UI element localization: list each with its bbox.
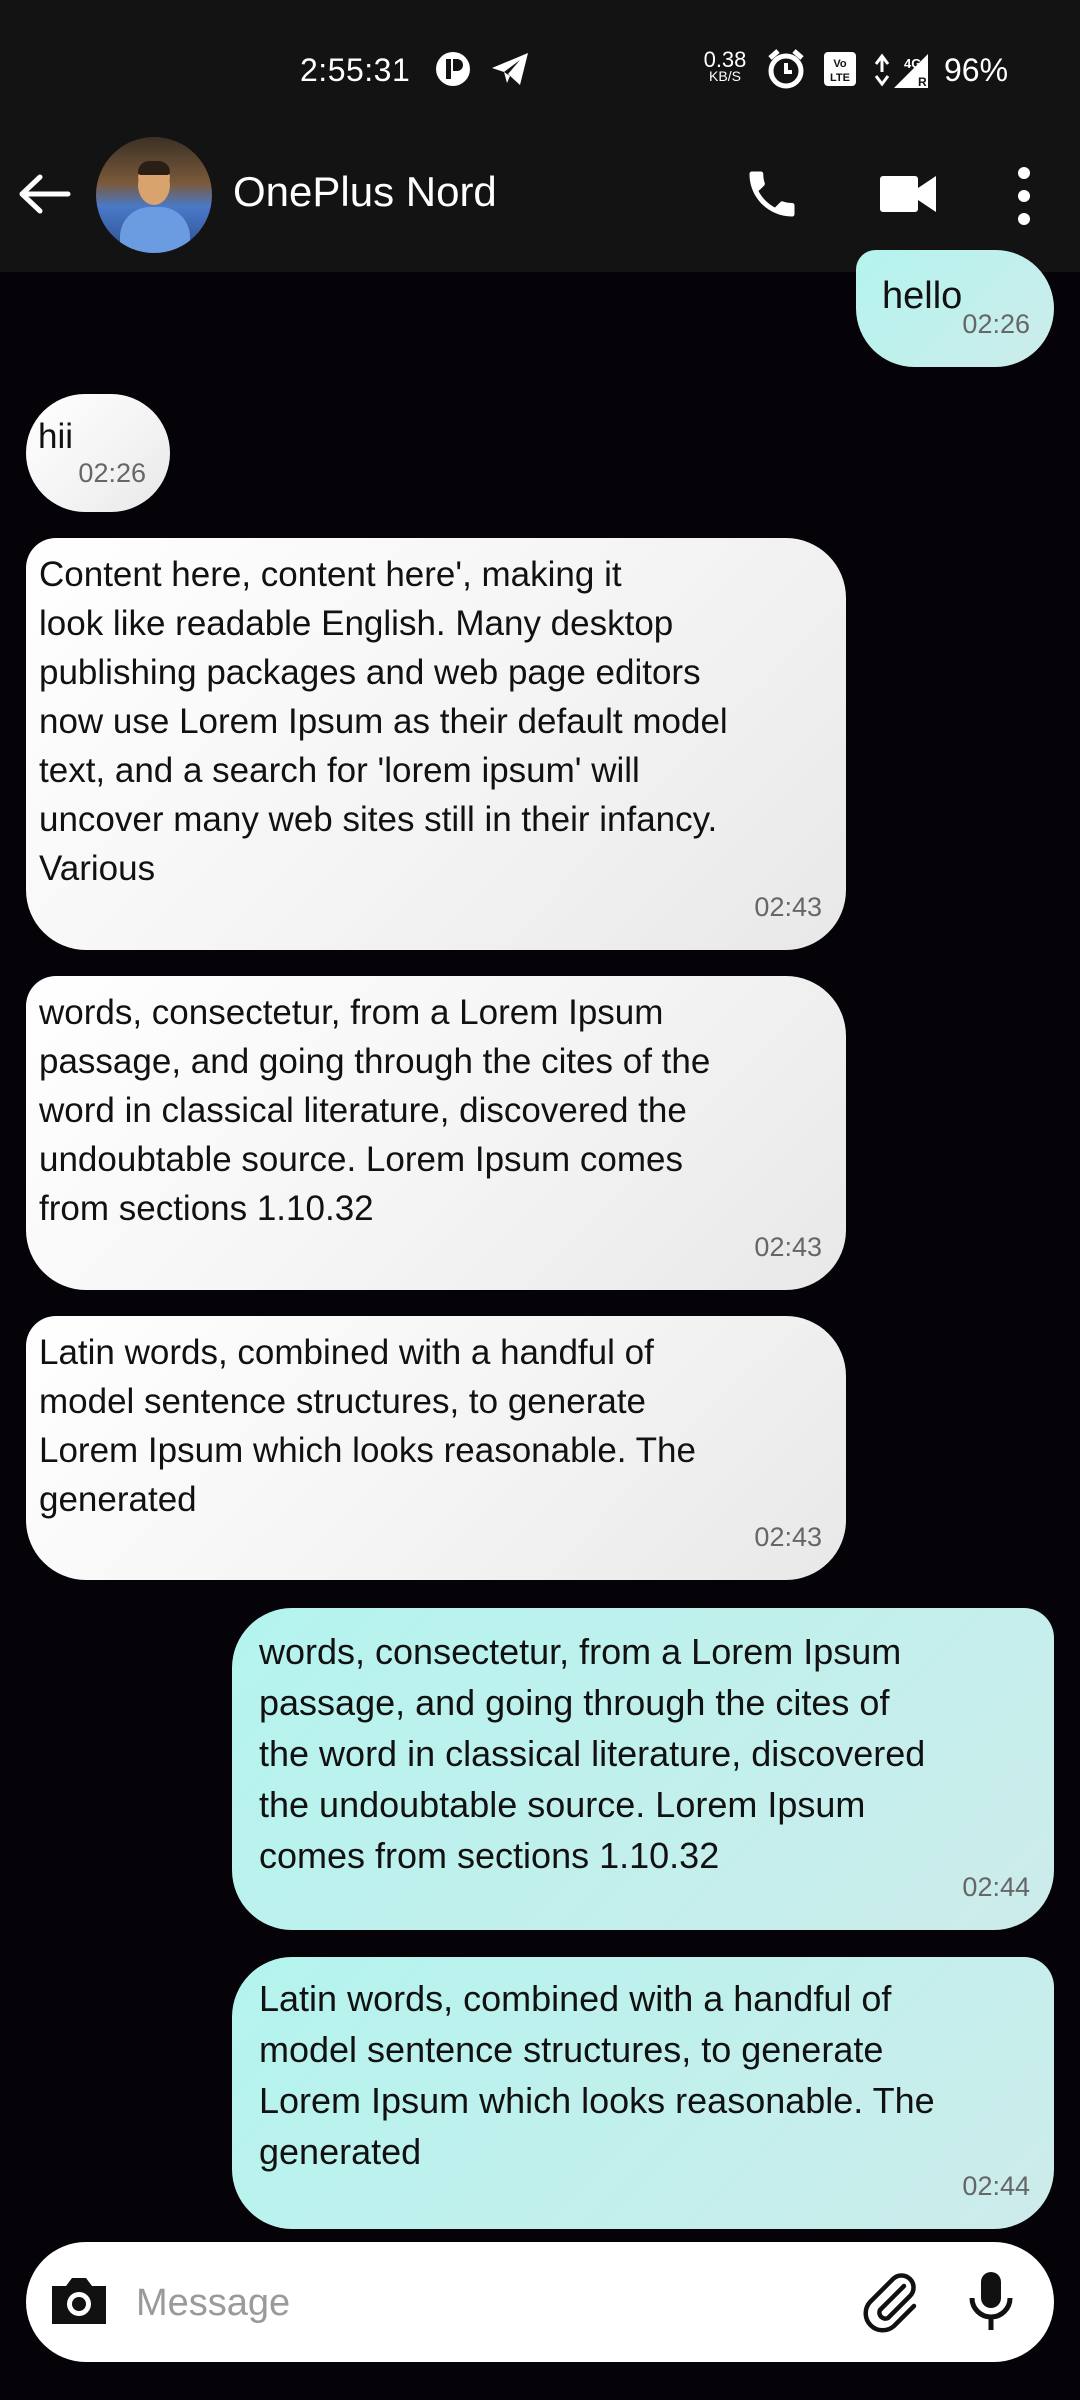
message-bubble[interactable]: Content here, content here', making it l… xyxy=(26,538,846,950)
svg-text:4G: 4G xyxy=(904,56,921,71)
message-bubble[interactable]: hii 02:26 xyxy=(26,394,170,512)
volte-icon: Vo LTE xyxy=(822,50,858,93)
message-bubble[interactable]: words, consectetur, from a Lorem Ipsum p… xyxy=(26,976,846,1290)
svg-text:R: R xyxy=(918,75,927,89)
app-notification-icon xyxy=(434,50,472,93)
message-text: Latin words, combined with a handful of … xyxy=(259,1978,935,2172)
message-bubble[interactable]: Latin words, combined with a handful of … xyxy=(26,1316,846,1580)
contact-name[interactable]: OnePlus Nord xyxy=(233,168,497,216)
svg-text:Vo: Vo xyxy=(833,58,847,70)
message-bubble[interactable]: words, consectetur, from a Lorem Ipsum p… xyxy=(232,1608,1054,1930)
telegram-icon xyxy=(490,50,530,93)
signal-4g-icon: 4G R xyxy=(872,50,930,95)
status-time: 2:55:31 xyxy=(300,52,411,88)
battery-level: 96% xyxy=(944,52,1009,88)
message-bubble[interactable]: hello 02:26 xyxy=(856,250,1054,367)
message-text: hello xyxy=(882,275,963,317)
alarm-icon xyxy=(766,48,806,95)
message-time: 02:26 xyxy=(78,458,146,488)
message-text: words, consectetur, from a Lorem Ipsum p… xyxy=(259,1631,926,1876)
camera-icon[interactable] xyxy=(48,2272,110,2333)
svg-text:LTE: LTE xyxy=(830,72,850,84)
message-bubble[interactable]: Latin words, combined with a handful of … xyxy=(232,1957,1054,2229)
message-composer xyxy=(26,2242,1054,2362)
message-time: 02:43 xyxy=(754,1232,822,1262)
contact-avatar[interactable] xyxy=(96,137,212,253)
message-time: 02:44 xyxy=(962,2171,1030,2201)
status-bar: 2:55:31 0.38 KB/S Vo LTE 4G R 96% xyxy=(0,0,1080,120)
message-text: Latin words, combined with a handful of … xyxy=(39,1333,696,1519)
message-time: 02:43 xyxy=(754,1522,822,1552)
microphone-icon[interactable] xyxy=(964,2268,1018,2341)
voice-call-icon[interactable] xyxy=(742,164,802,229)
message-time: 02:44 xyxy=(962,1872,1030,1902)
message-text: words, consectetur, from a Lorem Ipsum p… xyxy=(39,993,711,1228)
network-speed: 0.38 KB/S xyxy=(703,47,747,85)
message-time: 02:26 xyxy=(962,309,1030,339)
more-options-icon[interactable] xyxy=(1010,164,1038,233)
back-arrow-icon[interactable] xyxy=(16,172,72,221)
message-text: Content here, content here', making it l… xyxy=(39,555,728,888)
message-text: hii xyxy=(38,417,74,456)
video-call-icon[interactable] xyxy=(878,170,938,223)
message-input[interactable] xyxy=(134,2268,858,2338)
attachment-icon[interactable] xyxy=(858,2268,924,2339)
message-time: 02:43 xyxy=(754,892,822,922)
